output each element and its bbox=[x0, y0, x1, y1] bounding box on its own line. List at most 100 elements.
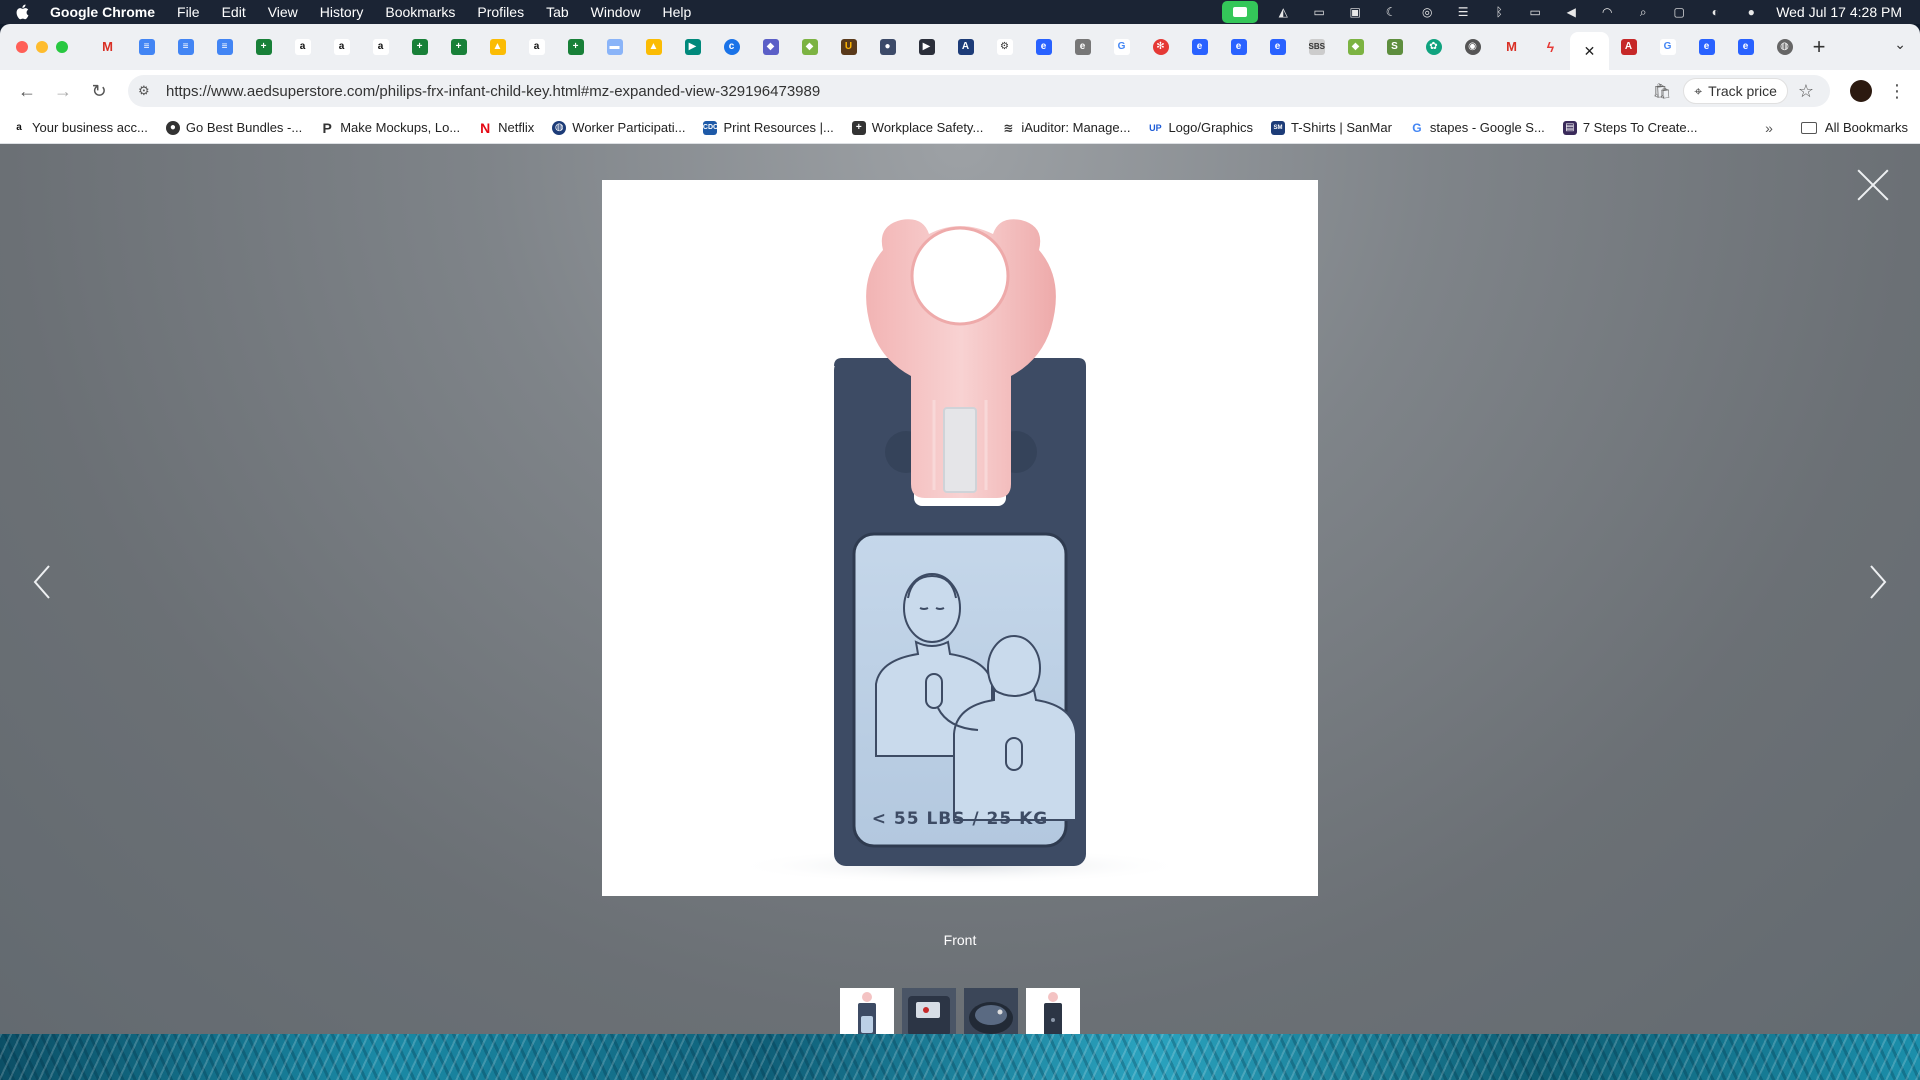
tab-aedsuperstore-active[interactable]: ✕ bbox=[1570, 32, 1609, 70]
menubar-clock[interactable]: Wed Jul 17 4:28 PM bbox=[1776, 4, 1902, 20]
bookmark-item[interactable]: P Make Mockups, Lo... bbox=[320, 120, 461, 136]
menu-profiles[interactable]: Profiles bbox=[477, 4, 524, 20]
bookmark-item[interactable]: N Netflix bbox=[478, 120, 534, 136]
forward-button[interactable]: → bbox=[50, 78, 76, 104]
tab-sheets-2[interactable]: + bbox=[400, 32, 439, 62]
tab-forms[interactable]: ▬ bbox=[595, 32, 634, 62]
thumbnail-in-device[interactable] bbox=[902, 988, 956, 1034]
tab-drive-2[interactable]: ▲ bbox=[634, 32, 673, 62]
tab-docs-1[interactable]: ≡ bbox=[127, 32, 166, 62]
tab-gear[interactable]: ⚙ bbox=[985, 32, 1024, 62]
tab-amazon-3[interactable]: a bbox=[361, 32, 400, 62]
bookmark-item[interactable]: ▤ 7 Steps To Create... bbox=[1562, 120, 1697, 135]
tab-google[interactable]: G bbox=[1102, 32, 1141, 62]
tab-blue-6[interactable]: e bbox=[1726, 32, 1765, 62]
thumbnail-aed-device[interactable] bbox=[964, 988, 1018, 1034]
tab-sheets-1[interactable]: + bbox=[244, 32, 283, 62]
menu-history[interactable]: History bbox=[320, 4, 364, 20]
menu-view[interactable]: View bbox=[268, 4, 298, 20]
tab-blue-1[interactable]: e bbox=[1024, 32, 1063, 62]
tab-amazon-4[interactable]: a bbox=[517, 32, 556, 62]
tray-stack-icon[interactable]: ☰ bbox=[1452, 4, 1474, 20]
site-settings-icon[interactable]: ⚙ bbox=[138, 83, 154, 99]
bluetooth-icon[interactable]: ᛒ bbox=[1488, 4, 1510, 20]
tab-ups[interactable]: U bbox=[829, 32, 868, 62]
tab-drive-1[interactable]: ▲ bbox=[478, 32, 517, 62]
menu-tab[interactable]: Tab bbox=[546, 4, 569, 20]
close-window-button[interactable] bbox=[16, 41, 28, 53]
menu-bookmarks[interactable]: Bookmarks bbox=[385, 4, 455, 20]
tab-meet[interactable]: ▶ bbox=[673, 32, 712, 62]
new-tab-button[interactable]: + bbox=[1804, 32, 1834, 62]
bookmark-item[interactable]: a Your business acc... bbox=[12, 120, 148, 135]
bookmark-item[interactable]: ≋ iAuditor: Manage... bbox=[1001, 120, 1130, 135]
tray-window-icon[interactable]: ▣ bbox=[1344, 4, 1366, 20]
tab-docs-2[interactable]: ≡ bbox=[166, 32, 205, 62]
tab-flag[interactable]: ▶ bbox=[907, 32, 946, 62]
tab-sheets-4[interactable]: + bbox=[556, 32, 595, 62]
tab-globe[interactable]: ◍ bbox=[1765, 32, 1804, 62]
tray-sync-icon[interactable]: ◎ bbox=[1416, 4, 1438, 20]
more-bookmarks-chevron-icon[interactable]: » bbox=[1765, 120, 1773, 136]
tab-diamond-2[interactable]: ◆ bbox=[1336, 32, 1375, 62]
menu-window[interactable]: Window bbox=[591, 4, 641, 20]
tab-circle[interactable]: c bbox=[712, 32, 751, 62]
tab-shopify[interactable]: S bbox=[1375, 32, 1414, 62]
menu-help[interactable]: Help bbox=[662, 4, 691, 20]
close-tab-icon[interactable]: ✕ bbox=[1582, 43, 1598, 59]
bookmark-item[interactable]: ◍ Worker Participati... bbox=[552, 120, 685, 135]
tab-google-2[interactable]: G bbox=[1648, 32, 1687, 62]
tab-sheets-3[interactable]: + bbox=[439, 32, 478, 62]
tab-a-app[interactable]: A bbox=[946, 32, 985, 62]
battery-icon[interactable]: ▭ bbox=[1524, 4, 1546, 20]
tab-chrome[interactable]: ◉ bbox=[1453, 32, 1492, 62]
siri-icon[interactable]: ● bbox=[1740, 4, 1762, 20]
tab-pdf[interactable]: A bbox=[1609, 32, 1648, 62]
all-bookmarks-folder[interactable]: All Bookmarks bbox=[1800, 120, 1908, 135]
close-lightbox-icon[interactable] bbox=[1856, 168, 1890, 202]
tab-sbs[interactable]: SBS bbox=[1297, 32, 1336, 62]
bookmark-star-icon[interactable]: ☆ bbox=[1798, 81, 1814, 102]
tab-blue-3[interactable]: e bbox=[1219, 32, 1258, 62]
tab-diamond[interactable]: ◆ bbox=[790, 32, 829, 62]
chrome-menu-icon[interactable]: ⋮ bbox=[1888, 81, 1906, 102]
tab-shield[interactable]: ◆ bbox=[751, 32, 790, 62]
shopping-bag-icon[interactable]: 🛍 bbox=[1652, 82, 1671, 100]
facetime-camera-icon[interactable] bbox=[1222, 1, 1259, 23]
screen-mirror-icon[interactable]: ▢ bbox=[1668, 4, 1690, 20]
bookmark-item[interactable]: UP Logo/Graphics bbox=[1148, 120, 1253, 135]
back-button[interactable]: ← bbox=[14, 78, 40, 104]
bookmark-item[interactable]: SM T-Shirts | SanMar bbox=[1271, 120, 1392, 135]
next-image-arrow-icon[interactable] bbox=[1868, 564, 1888, 600]
wifi-icon[interactable]: ◠ bbox=[1596, 4, 1618, 20]
track-price-button[interactable]: ⌖ Track price bbox=[1683, 78, 1788, 104]
bookmark-item[interactable]: ● Go Best Bundles -... bbox=[165, 120, 302, 135]
menu-edit[interactable]: Edit bbox=[222, 4, 246, 20]
minimize-window-button[interactable] bbox=[36, 41, 48, 53]
profile-avatar[interactable] bbox=[1850, 80, 1872, 102]
apple-logo-icon[interactable] bbox=[14, 4, 30, 20]
reload-button[interactable]: ↻ bbox=[86, 78, 112, 104]
tab-gmail[interactable]: M bbox=[88, 32, 127, 62]
tab-amazon-1[interactable]: a bbox=[283, 32, 322, 62]
tab-blue-4[interactable]: e bbox=[1258, 32, 1297, 62]
previous-image-arrow-icon[interactable] bbox=[32, 564, 52, 600]
tab-amazon-2[interactable]: a bbox=[322, 32, 361, 62]
tab-red-1[interactable]: ✻ bbox=[1141, 32, 1180, 62]
control-center-icon[interactable]: ◐ bbox=[1704, 4, 1726, 20]
tray-hd-icon[interactable]: ▭ bbox=[1308, 4, 1330, 20]
tab-blue-2[interactable]: e bbox=[1180, 32, 1219, 62]
tab-toggle[interactable]: ● bbox=[868, 32, 907, 62]
tab-gmail-2[interactable]: M bbox=[1492, 32, 1531, 62]
bookmark-item[interactable]: Gstapes - Google S... bbox=[1410, 120, 1545, 135]
tray-app-icon[interactable]: ◭ bbox=[1272, 4, 1294, 20]
tab-bolt[interactable]: ϟ bbox=[1531, 32, 1570, 62]
tab-openai[interactable]: ✿ bbox=[1414, 32, 1453, 62]
menu-app-name[interactable]: Google Chrome bbox=[50, 4, 155, 20]
tab-blue-5[interactable]: e bbox=[1687, 32, 1726, 62]
address-bar[interactable]: ⚙ https://www.aedsuperstore.com/philips-… bbox=[128, 75, 1830, 107]
tab-grey-1[interactable]: e bbox=[1063, 32, 1102, 62]
spotlight-search-icon[interactable]: ⌕ bbox=[1632, 4, 1654, 20]
url-text[interactable]: https://www.aedsuperstore.com/philips-fr… bbox=[166, 83, 1652, 100]
bookmark-item[interactable]: CDC Print Resources |... bbox=[703, 120, 834, 135]
